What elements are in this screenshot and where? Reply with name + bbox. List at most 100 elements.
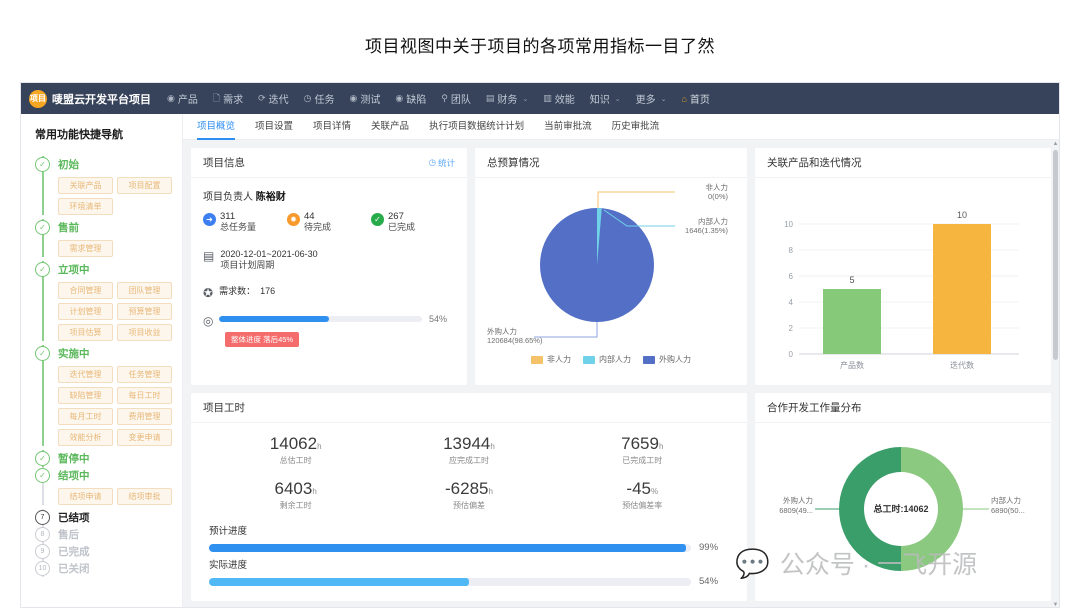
- sidebar-button-任务管理[interactable]: 任务管理: [117, 366, 172, 383]
- chevron-down-icon: ⌄: [615, 95, 621, 103]
- nav-item-finance[interactable]: ▤ 财务 ⌄: [486, 91, 528, 106]
- stage-header[interactable]: ✓ 售前: [58, 219, 172, 236]
- sidebar-button-预算管理[interactable]: 预算管理: [117, 303, 172, 320]
- sidebar-button-合同管理[interactable]: 合同管理: [58, 282, 113, 299]
- stage-header[interactable]: 9 已完成: [58, 543, 172, 560]
- scrollbar-thumb[interactable]: [1053, 150, 1058, 360]
- nav-label: 产品: [178, 91, 198, 106]
- metric-label: 剩余工时: [209, 500, 382, 511]
- nav-item-bug[interactable]: ◉ 缺陷: [395, 91, 426, 106]
- metric-预估偏差: -6285h 预估偏差: [382, 474, 555, 519]
- check-circle-icon: ✓: [35, 220, 50, 235]
- legend-item-外购人力[interactable]: 外购人力: [643, 354, 691, 365]
- project-period: ▤ 2020-12-01~2021-06-30 项目计划周期: [203, 249, 455, 271]
- nav-item-requirement[interactable]: 🗋 需求: [213, 91, 243, 107]
- chevron-down-icon: ⌄: [661, 95, 667, 103]
- nav-item-home[interactable]: ⌂ 首页: [681, 91, 709, 106]
- project-name: 唛盟云开发平台项目: [52, 91, 151, 107]
- sidebar-button-每日工时[interactable]: 每日工时: [117, 387, 172, 404]
- nav-item-knowledge[interactable]: 知识 ⌄: [590, 91, 621, 106]
- progress-track[interactable]: [209, 544, 691, 552]
- clock-icon: ◷: [429, 157, 436, 168]
- legend-item-非人力[interactable]: 非人力: [531, 354, 571, 365]
- progress-track[interactable]: [219, 316, 422, 322]
- legend-label: 内部人力: [599, 354, 631, 365]
- scroll-down-arrow[interactable]: ▼: [1052, 601, 1059, 608]
- stage-button-grid: 关联产品 项目配置 环境清单: [58, 177, 172, 215]
- tab-当前审批流[interactable]: 当前审批流: [544, 114, 592, 140]
- stat-completed: ✓ 267 已完成: [371, 211, 455, 233]
- stage-header[interactable]: ✓ 立项中: [58, 261, 172, 278]
- sidebar-button-每月工时[interactable]: 每月工时: [58, 408, 113, 425]
- tab-项目概览[interactable]: 项目概览: [197, 114, 235, 140]
- tab-项目设置[interactable]: 项目设置: [255, 114, 293, 140]
- statistics-link[interactable]: ◷ 统计: [429, 157, 455, 169]
- nav-item-iteration[interactable]: ⟳ 迭代: [258, 91, 289, 106]
- sidebar-title: 常用功能快捷导航: [35, 126, 172, 142]
- sidebar-button-计划管理[interactable]: 计划管理: [58, 303, 113, 320]
- tab-关联产品[interactable]: 关联产品: [371, 114, 409, 140]
- check-icon: ✓: [371, 213, 384, 226]
- tab-项目详情[interactable]: 项目详情: [313, 114, 351, 140]
- stage-header[interactable]: ✓ 实施中: [58, 345, 172, 362]
- nav-item-team[interactable]: ⚲ 团队: [441, 91, 471, 106]
- sidebar-button-环境清单[interactable]: 环境清单: [58, 198, 113, 215]
- sidebar-button-结项申请[interactable]: 结项申请: [58, 488, 113, 505]
- gauge-icon: ◎: [203, 315, 213, 327]
- svg-text:2: 2: [789, 324, 794, 333]
- sidebar-button-结项审批[interactable]: 结项审批: [117, 488, 172, 505]
- svg-text:6890(50...: 6890(50...: [991, 506, 1025, 515]
- tab-历史审批流[interactable]: 历史审批流: [612, 114, 660, 140]
- stage-button-grid: 需求管理: [58, 240, 172, 257]
- svg-text:10: 10: [784, 220, 793, 229]
- sidebar-button-团队管理[interactable]: 团队管理: [117, 282, 172, 299]
- hours-metrics: 14062h 总估工时 13944h 应完成工时 7659h 已完成工时: [209, 429, 729, 519]
- stat-pending: ✹ 44 待完成: [287, 211, 371, 233]
- sidebar-stage-初始: ✓ 初始 关联产品 项目配置 环境清单: [35, 156, 172, 215]
- stage-header[interactable]: ✓ 结项中: [58, 467, 172, 484]
- owner-label: 项目负责人: [203, 192, 253, 203]
- legend-item-内部人力[interactable]: 内部人力: [583, 354, 631, 365]
- sidebar-button-效能分析[interactable]: 效能分析: [58, 429, 113, 446]
- progress-预计进度: 预计进度 99%: [209, 523, 729, 553]
- sidebar-button-需求管理[interactable]: 需求管理: [58, 240, 113, 257]
- stage-header[interactable]: ✓ 暂停中: [58, 450, 172, 467]
- nav-item-performance[interactable]: ▥ 效能: [543, 91, 575, 106]
- nav-item-product[interactable]: ◉ 产品: [167, 91, 198, 106]
- sidebar-button-关联产品[interactable]: 关联产品: [58, 177, 113, 194]
- sidebar-button-变更申请[interactable]: 变更申请: [117, 429, 172, 446]
- progress-percent: 54%: [429, 314, 455, 324]
- metric-预估偏差率: -45% 预估偏差率: [556, 474, 729, 519]
- content-scrollbar[interactable]: ▲ ▼: [1052, 140, 1059, 608]
- nav-item-more[interactable]: 更多 ⌄: [636, 91, 667, 106]
- progress-track[interactable]: [209, 578, 691, 586]
- period-label: 项目计划周期: [220, 260, 317, 271]
- svg-text:迭代数: 迭代数: [950, 360, 974, 370]
- stage-header[interactable]: 7 已结项: [58, 509, 172, 526]
- legend-label: 外购人力: [659, 354, 691, 365]
- clock-icon: ◷: [304, 93, 312, 104]
- svg-text:外购人力: 外购人力: [487, 326, 517, 336]
- question-icon: ◉: [350, 93, 358, 104]
- sidebar-button-费用管理[interactable]: 费用管理: [117, 408, 172, 425]
- sidebar-button-缺陷管理[interactable]: 缺陷管理: [58, 387, 113, 404]
- sidebar-stage-售后: 8 售后: [35, 526, 172, 543]
- metric-value: 14062h: [209, 434, 382, 454]
- progress-实际进度: 实际进度 54%: [209, 557, 729, 587]
- nav-item-test[interactable]: ◉ 测试: [350, 91, 381, 106]
- stage-header[interactable]: 8 售后: [58, 526, 172, 543]
- sidebar-button-迭代管理[interactable]: 迭代管理: [58, 366, 113, 383]
- sidebar-button-项目配置[interactable]: 项目配置: [117, 177, 172, 194]
- stage-header[interactable]: ✓ 初始: [58, 156, 172, 173]
- page-title: 项目视图中关于项目的各项常用指标一目了然: [0, 0, 1080, 57]
- nav-label: 缺陷: [406, 91, 426, 106]
- sidebar-button-项目估算[interactable]: 项目估算: [58, 324, 113, 341]
- svg-text:8: 8: [789, 246, 794, 255]
- stage-label: 已完成: [58, 544, 90, 559]
- nav-item-task[interactable]: ◷ 任务: [304, 91, 335, 106]
- sidebar-button-项目收益[interactable]: 项目收益: [117, 324, 172, 341]
- tab-执行项目数据统计计划[interactable]: 执行项目数据统计计划: [429, 114, 524, 140]
- card-project-hours: 项目工时 14062h 总估工时 13944h 应完成工时: [191, 393, 747, 601]
- stage-header[interactable]: 10 已关闭: [58, 560, 172, 577]
- scroll-up-arrow[interactable]: ▲: [1052, 140, 1059, 148]
